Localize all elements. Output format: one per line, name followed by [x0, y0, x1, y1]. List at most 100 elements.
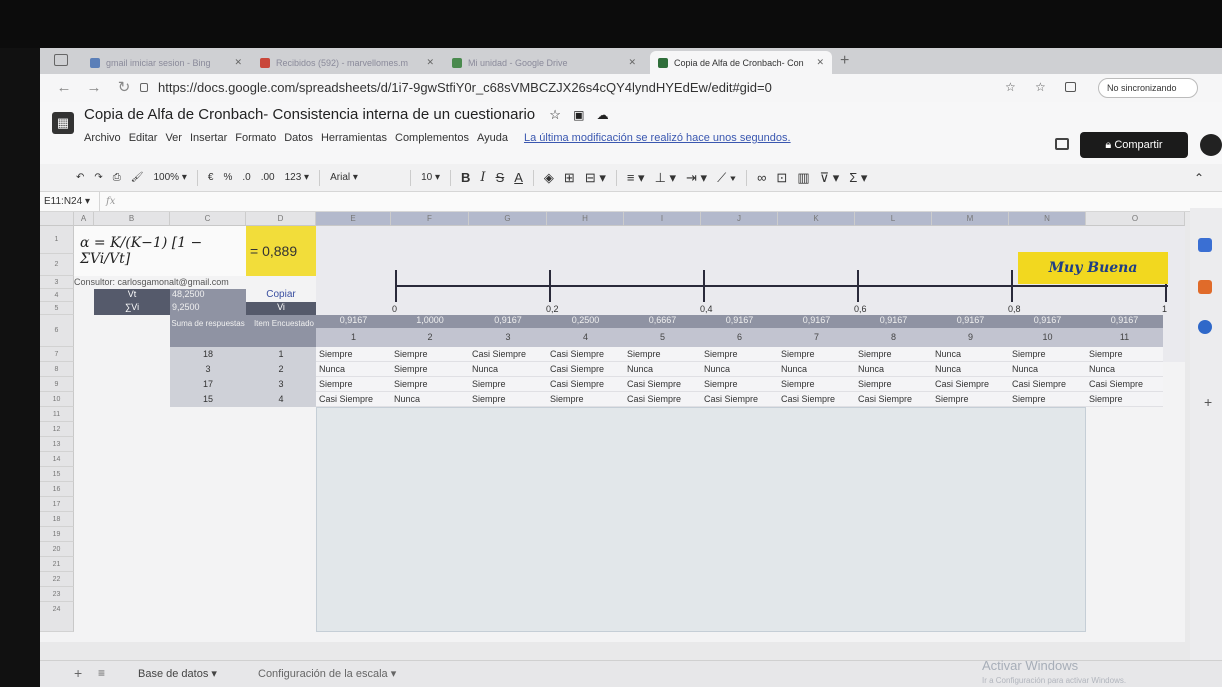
window-menu-icon[interactable] — [54, 54, 68, 66]
calendar-icon[interactable] — [1198, 238, 1212, 252]
column-header-f[interactable]: F — [391, 212, 469, 226]
answer-cell[interactable]: Nunca — [932, 362, 1009, 377]
menu-herramientas[interactable]: Herramientas — [321, 132, 387, 144]
answer-cell[interactable]: Siempre — [778, 377, 855, 392]
answer-cell[interactable]: Casi Siempre — [547, 347, 624, 362]
answer-cell[interactable]: Siempre — [855, 377, 932, 392]
answer-cell[interactable]: Casi Siempre — [624, 392, 701, 407]
column-header-e[interactable]: E — [316, 212, 391, 226]
answer-cell[interactable]: Nunca — [1086, 362, 1163, 377]
menu-datos[interactable]: Datos — [284, 132, 313, 144]
select-all-corner[interactable] — [40, 212, 74, 226]
insert-comment-icon[interactable]: ⊡ — [776, 170, 787, 186]
answer-cell[interactable]: Nunca — [624, 362, 701, 377]
row-header[interactable]: 15 — [40, 467, 74, 482]
sheets-logo-icon[interactable]: ▦ — [52, 112, 74, 134]
menu-complementos[interactable]: Complementos — [395, 132, 469, 144]
answer-cell[interactable]: Casi Siempre — [778, 392, 855, 407]
row-header[interactable]: 5 — [40, 302, 74, 315]
strikethrough-button[interactable]: S — [496, 170, 505, 185]
answer-cell[interactable]: Casi Siempre — [1009, 377, 1086, 392]
row-header[interactable]: 12 — [40, 422, 74, 437]
suma-cell[interactable]: 15 — [170, 392, 246, 407]
answer-cell[interactable]: Nunca — [1009, 362, 1086, 377]
column-header-j[interactable]: J — [701, 212, 778, 226]
font-size-select[interactable]: 10 ▾ — [421, 172, 440, 183]
answer-cell[interactable]: Nunca — [778, 362, 855, 377]
comment-history-icon[interactable] — [1055, 138, 1069, 150]
row-header[interactable]: 1 — [40, 226, 74, 254]
answer-cell[interactable]: Nunca — [316, 362, 391, 377]
back-icon[interactable]: ← — [54, 78, 74, 98]
answer-cell[interactable]: Siempre — [469, 392, 547, 407]
sheet-tab-base-de-datos[interactable]: Base de datos ▾ — [138, 667, 217, 680]
functions-icon[interactable]: Σ ▾ — [849, 170, 867, 186]
text-rotate-icon[interactable]: ⟋ ▾ — [717, 170, 736, 186]
align-vertical-icon[interactable]: ⊥ ▾ — [655, 170, 676, 186]
answer-cell[interactable]: Casi Siempre — [624, 377, 701, 392]
browser-tab-gmail[interactable]: Recibidos (592) - marvellomes.m ✕ — [252, 51, 442, 74]
answer-cell[interactable]: Siempre — [1086, 347, 1163, 362]
answer-cell[interactable]: Siempre — [547, 392, 624, 407]
favorites-icon[interactable]: ☆ — [1035, 80, 1046, 94]
column-header-l[interactable]: L — [855, 212, 932, 226]
text-wrap-icon[interactable]: ⇥ ▾ — [686, 170, 707, 186]
percent-button[interactable]: % — [223, 172, 232, 183]
row-header[interactable]: 23 — [40, 587, 74, 602]
answer-cell[interactable]: Casi Siempre — [547, 362, 624, 377]
star-icon[interactable]: ☆ — [549, 107, 561, 122]
row-header[interactable]: 18 — [40, 512, 74, 527]
item-cell[interactable]: 4 — [246, 392, 316, 407]
column-header-o[interactable]: O — [1086, 212, 1185, 226]
row-header[interactable]: 17 — [40, 497, 74, 512]
move-icon[interactable]: ▣ — [573, 108, 584, 122]
row-header[interactable]: 16 — [40, 482, 74, 497]
row-header[interactable]: 13 — [40, 437, 74, 452]
answer-cell[interactable]: Siempre — [469, 377, 547, 392]
row-header[interactable]: 2 — [40, 254, 74, 276]
font-select[interactable]: Arial ▾ — [330, 172, 400, 183]
fill-color-icon[interactable]: ◈ — [544, 170, 554, 186]
column-header-n[interactable]: N — [1009, 212, 1086, 226]
name-box[interactable]: E11:N24 ▾ — [40, 192, 100, 212]
item-cell[interactable]: 1 — [246, 347, 316, 362]
row-header[interactable]: 14 — [40, 452, 74, 467]
row-header[interactable]: 3 — [40, 276, 74, 289]
answer-cell[interactable]: Nunca — [469, 362, 547, 377]
answer-cell[interactable]: Siempre — [701, 377, 778, 392]
row-header[interactable]: 21 — [40, 557, 74, 572]
forward-icon[interactable]: → — [84, 78, 104, 98]
answer-cell[interactable]: Siempre — [932, 392, 1009, 407]
sheet-tab-configuracion[interactable]: Configuración de la escala ▾ — [258, 667, 396, 680]
row-header[interactable]: 19 — [40, 527, 74, 542]
menu-editar[interactable]: Editar — [129, 132, 158, 144]
read-aloud-icon[interactable]: ☆ — [1005, 80, 1016, 94]
row-header[interactable]: 4 — [40, 289, 74, 302]
sync-status-button[interactable]: No sincronizando — [1098, 78, 1198, 98]
collapse-toolbar-icon[interactable]: ⌃ — [1194, 171, 1204, 185]
answer-cell[interactable]: Siempre — [855, 347, 932, 362]
answer-cell[interactable]: Casi Siempre — [547, 377, 624, 392]
answer-cell[interactable]: Nunca — [391, 392, 469, 407]
increase-decimals-button[interactable]: .00 — [261, 172, 275, 183]
answer-cell[interactable]: Siempre — [1086, 392, 1163, 407]
suma-cell[interactable]: 17 — [170, 377, 246, 392]
zoom-select[interactable]: 100% ▾ — [153, 172, 186, 183]
browser-tab-drive[interactable]: Mi unidad - Google Drive ✕ — [444, 51, 644, 74]
answer-cell[interactable]: Siempre — [624, 347, 701, 362]
redo-icon[interactable]: ↷ — [94, 172, 102, 183]
last-edit-link[interactable]: La última modificación se realizó hace u… — [524, 132, 791, 144]
column-header-b[interactable]: B — [94, 212, 170, 226]
align-horizontal-icon[interactable]: ≡ ▾ — [627, 170, 645, 186]
browser-tab-bing[interactable]: gmail imiciar sesion - Bing ✕ — [82, 51, 250, 74]
close-tab-icon[interactable]: ✕ — [226, 57, 242, 68]
add-addon-icon[interactable]: + — [1204, 394, 1212, 410]
column-header-g[interactable]: G — [469, 212, 547, 226]
row-header[interactable]: 20 — [40, 542, 74, 557]
menu-formato[interactable]: Formato — [235, 132, 276, 144]
answer-cell[interactable]: Casi Siempre — [701, 392, 778, 407]
print-icon[interactable]: ⎙ — [113, 172, 121, 183]
currency-button[interactable]: € — [208, 172, 214, 183]
item-cell[interactable]: 2 — [246, 362, 316, 377]
row-header[interactable]: 22 — [40, 572, 74, 587]
